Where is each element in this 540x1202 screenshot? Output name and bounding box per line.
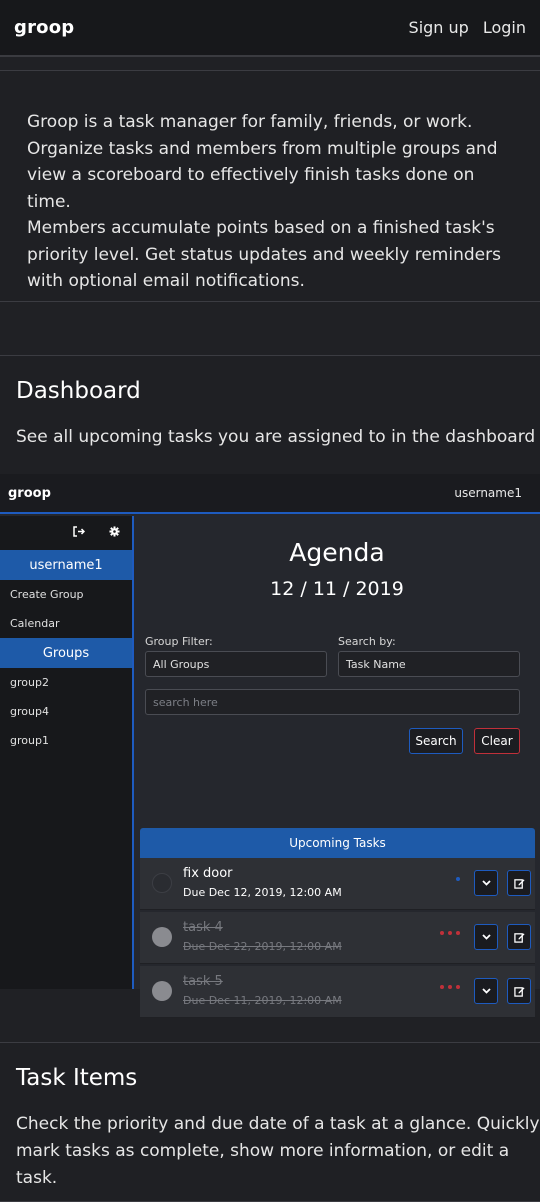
- priority-dot: [448, 931, 452, 935]
- agenda-main: Agenda 12 / 11 / 2019 Group Filter: All …: [134, 516, 540, 1018]
- dashboard-text: See all upcoming tasks you are assigned …: [16, 427, 536, 447]
- intro-line: priority level. Get status updates and w…: [27, 244, 501, 265]
- task-items-card: Task Items Check the priority and due da…: [0, 1042, 540, 1202]
- sidebar-item-create-group[interactable]: Create Group: [0, 580, 132, 609]
- task-items-line: Check the priority and due date of a tas…: [16, 1114, 540, 1134]
- dashboard-screenshot: groop username1 username1 Create Group C…: [0, 474, 540, 1018]
- chevron-down-icon: [481, 934, 491, 940]
- priority-dot: [440, 931, 444, 935]
- priority-dot: [456, 877, 460, 881]
- search-by-label: Search by:: [338, 635, 396, 648]
- task-item: task 4 Due Dec 22, 2019, 12:00 AM: [140, 912, 535, 964]
- expand-task-button[interactable]: [474, 924, 498, 950]
- sidebar-groups-header: Groups: [0, 638, 132, 668]
- task-due-date: Due Dec 22, 2019, 12:00 AM: [183, 940, 342, 953]
- edit-task-button[interactable]: [507, 924, 531, 950]
- agenda-date: 12 / 11 / 2019: [270, 578, 404, 600]
- task-name: task 5: [183, 974, 223, 989]
- sidebar-item-calendar[interactable]: Calendar: [0, 609, 132, 638]
- priority-dot: [440, 985, 444, 989]
- task-item: fix door Due Dec 12, 2019, 12:00 AM: [140, 858, 535, 910]
- top-navbar: groop Sign up Login: [0, 0, 540, 57]
- chevron-down-icon: [481, 880, 491, 886]
- priority-dot: [456, 931, 460, 935]
- sidebar: username1 Create Group Calendar Groups g…: [0, 516, 134, 989]
- group-filter-select[interactable]: All Groups: [145, 651, 327, 677]
- edit-task-button[interactable]: [507, 870, 531, 896]
- intro-line: Members accumulate points based on a fin…: [27, 218, 495, 238]
- sidebar-item-user[interactable]: username1: [0, 550, 132, 580]
- sidebar-item-group[interactable]: group1: [0, 726, 132, 755]
- group-filter-label: Group Filter:: [145, 635, 213, 648]
- search-button[interactable]: Search: [409, 728, 463, 754]
- task-items-title: Task Items: [16, 1065, 138, 1091]
- signup-link[interactable]: Sign up: [409, 18, 469, 37]
- intro-line: Groop is a task manager for family, frie…: [27, 112, 473, 132]
- intro-line: Organize tasks and members from multiple…: [27, 138, 498, 159]
- priority-indicator: [440, 985, 460, 989]
- task-due-date: Due Dec 12, 2019, 12:00 AM: [183, 886, 342, 899]
- priority-indicator: [440, 931, 460, 935]
- dashboard-title: Dashboard: [16, 378, 141, 404]
- edit-icon: [513, 986, 525, 997]
- nav-links: Sign up Login: [409, 18, 526, 37]
- task-due-date: Due Dec 11, 2019, 12:00 AM: [183, 994, 342, 1007]
- complete-task-checkbox[interactable]: [152, 981, 172, 1001]
- app-username[interactable]: username1: [454, 486, 522, 500]
- task-name: fix door: [183, 866, 233, 881]
- login-link[interactable]: Login: [483, 18, 526, 37]
- sidebar-icons: [0, 516, 132, 550]
- task-items-line: mark tasks as complete, show more inform…: [16, 1141, 510, 1161]
- complete-task-checkbox[interactable]: [152, 927, 172, 947]
- agenda-title: Agenda: [289, 538, 385, 567]
- sidebar-item-group[interactable]: group4: [0, 697, 132, 726]
- edit-icon: [513, 878, 525, 889]
- search-input[interactable]: search here: [145, 689, 520, 715]
- app-navbar: groop username1: [0, 474, 540, 514]
- complete-task-checkbox[interactable]: [152, 873, 172, 893]
- priority-dot: [456, 985, 460, 989]
- brand-logo[interactable]: groop: [14, 17, 74, 38]
- upcoming-tasks-header: Upcoming Tasks: [140, 828, 535, 858]
- task-item: task 5 Due Dec 11, 2019, 12:00 AM: [140, 966, 535, 1018]
- clear-button[interactable]: Clear: [474, 728, 520, 754]
- task-items-text: Check the priority and due date of a tas…: [16, 1111, 540, 1192]
- task-name: task 4: [183, 920, 223, 935]
- priority-indicator: [456, 877, 460, 881]
- sign-out-icon[interactable]: [73, 526, 86, 550]
- search-by-select[interactable]: Task Name: [338, 651, 520, 677]
- edit-icon: [513, 932, 525, 943]
- chevron-down-icon: [481, 988, 491, 994]
- dashboard-card: Dashboard See all upcoming tasks you are…: [0, 355, 540, 1018]
- expand-task-button[interactable]: [474, 978, 498, 1004]
- intro-line: view a scoreboard to effectively finish …: [27, 165, 475, 212]
- intro-text: Groop is a task manager for family, frie…: [27, 109, 513, 295]
- gear-icon[interactable]: [109, 526, 120, 550]
- priority-dot: [448, 985, 452, 989]
- edit-task-button[interactable]: [507, 978, 531, 1004]
- sidebar-item-group[interactable]: group2: [0, 668, 132, 697]
- task-items-line: task.: [16, 1168, 58, 1188]
- expand-task-button[interactable]: [474, 870, 498, 896]
- app-brand-logo[interactable]: groop: [8, 486, 51, 501]
- intro-line: with optional email notifications.: [27, 271, 305, 291]
- intro-card: Groop is a task manager for family, frie…: [0, 70, 540, 302]
